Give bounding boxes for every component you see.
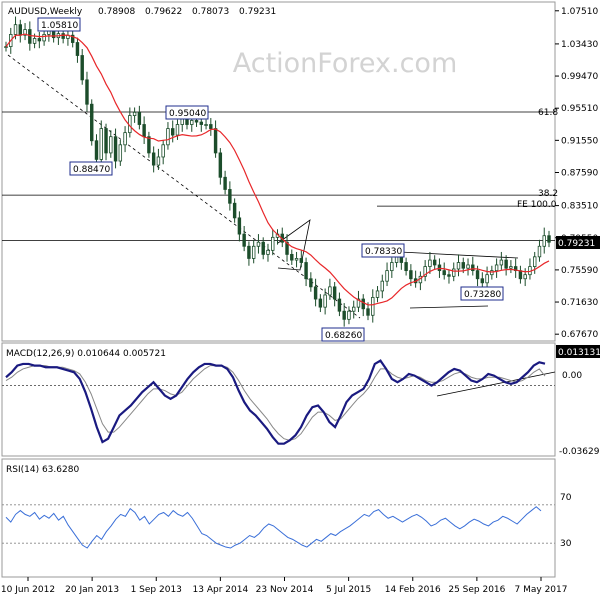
y-tick-label: 1.07510 [561, 7, 598, 17]
x-tick-label: 14 Feb 2016 [385, 585, 441, 595]
x-tick-label: 13 Apr 2014 [193, 585, 249, 595]
rsi-tick-70: 70 [560, 493, 572, 503]
y-tick-label: 0.99470 [561, 72, 598, 82]
fib-label-fe-100: FE 100.0 [517, 200, 557, 210]
x-tick-label: 20 Jan 2013 [65, 585, 119, 595]
level-label-high: 1.05810 [41, 21, 78, 31]
rsi-tick-30: 30 [560, 539, 572, 549]
ohlc-high: 0.79622 [145, 7, 182, 17]
y-tick-label: 1.03430 [561, 40, 598, 50]
macd-tick-bottom: -0.03629 [559, 447, 600, 457]
macd-title: MACD(12,26,9) 0.010644 0.005721 [6, 349, 166, 359]
ohlc-open: 0.78908 [98, 7, 135, 17]
rsi-panel [1, 458, 556, 578]
y-tick-label: 0.83510 [561, 202, 598, 212]
level-label-88470: 0.88470 [73, 165, 110, 175]
y-tick-label: 0.91550 [561, 136, 598, 146]
chart: ActionForex.com 1.07510 1.03430 0.99470 0.9… [0, 0, 600, 600]
x-tick-label: 1 Sep 2013 [131, 585, 182, 595]
macd-panel [1, 342, 556, 457]
y-tick-label: 0.67670 [561, 330, 598, 340]
x-tick-label: 23 Nov 2014 [256, 585, 314, 595]
level-label-95040: 0.95040 [169, 109, 206, 119]
level-label-73280: 0.73280 [464, 290, 501, 300]
y-tick-label: 0.87590 [561, 168, 598, 178]
macd-tick-zero: 0.00 [562, 371, 582, 381]
chart-title: AUDUSD,Weekly [8, 7, 83, 17]
x-tick-label: 7 May 2017 [515, 585, 568, 595]
fib-label-61-8: 61.8 [538, 108, 558, 118]
y-tick-label: 0.71630 [561, 298, 598, 308]
y-tick-label: 0.75590 [561, 266, 598, 276]
level-label-68260: 0.68260 [325, 331, 362, 341]
x-tick-label: 5 Jul 2015 [326, 585, 371, 595]
ohlc-low: 0.78073 [192, 7, 229, 17]
ohlc-close: 0.79231 [239, 7, 276, 17]
x-tick-label: 25 Sep 2016 [448, 585, 505, 595]
fib-label-38-2: 38.2 [538, 189, 558, 199]
last-price-text: 0.79231 [558, 239, 595, 249]
macd-tick-top: 0.013131 [558, 348, 600, 358]
watermark: ActionForex.com [233, 48, 458, 79]
rsi-title: RSI(14) 63.6280 [6, 465, 79, 475]
x-tick-label: 10 Jun 2012 [1, 585, 55, 595]
y-tick-label: 0.95510 [561, 104, 598, 114]
level-label-78330: 0.78330 [365, 247, 402, 257]
candle [90, 99, 94, 146]
